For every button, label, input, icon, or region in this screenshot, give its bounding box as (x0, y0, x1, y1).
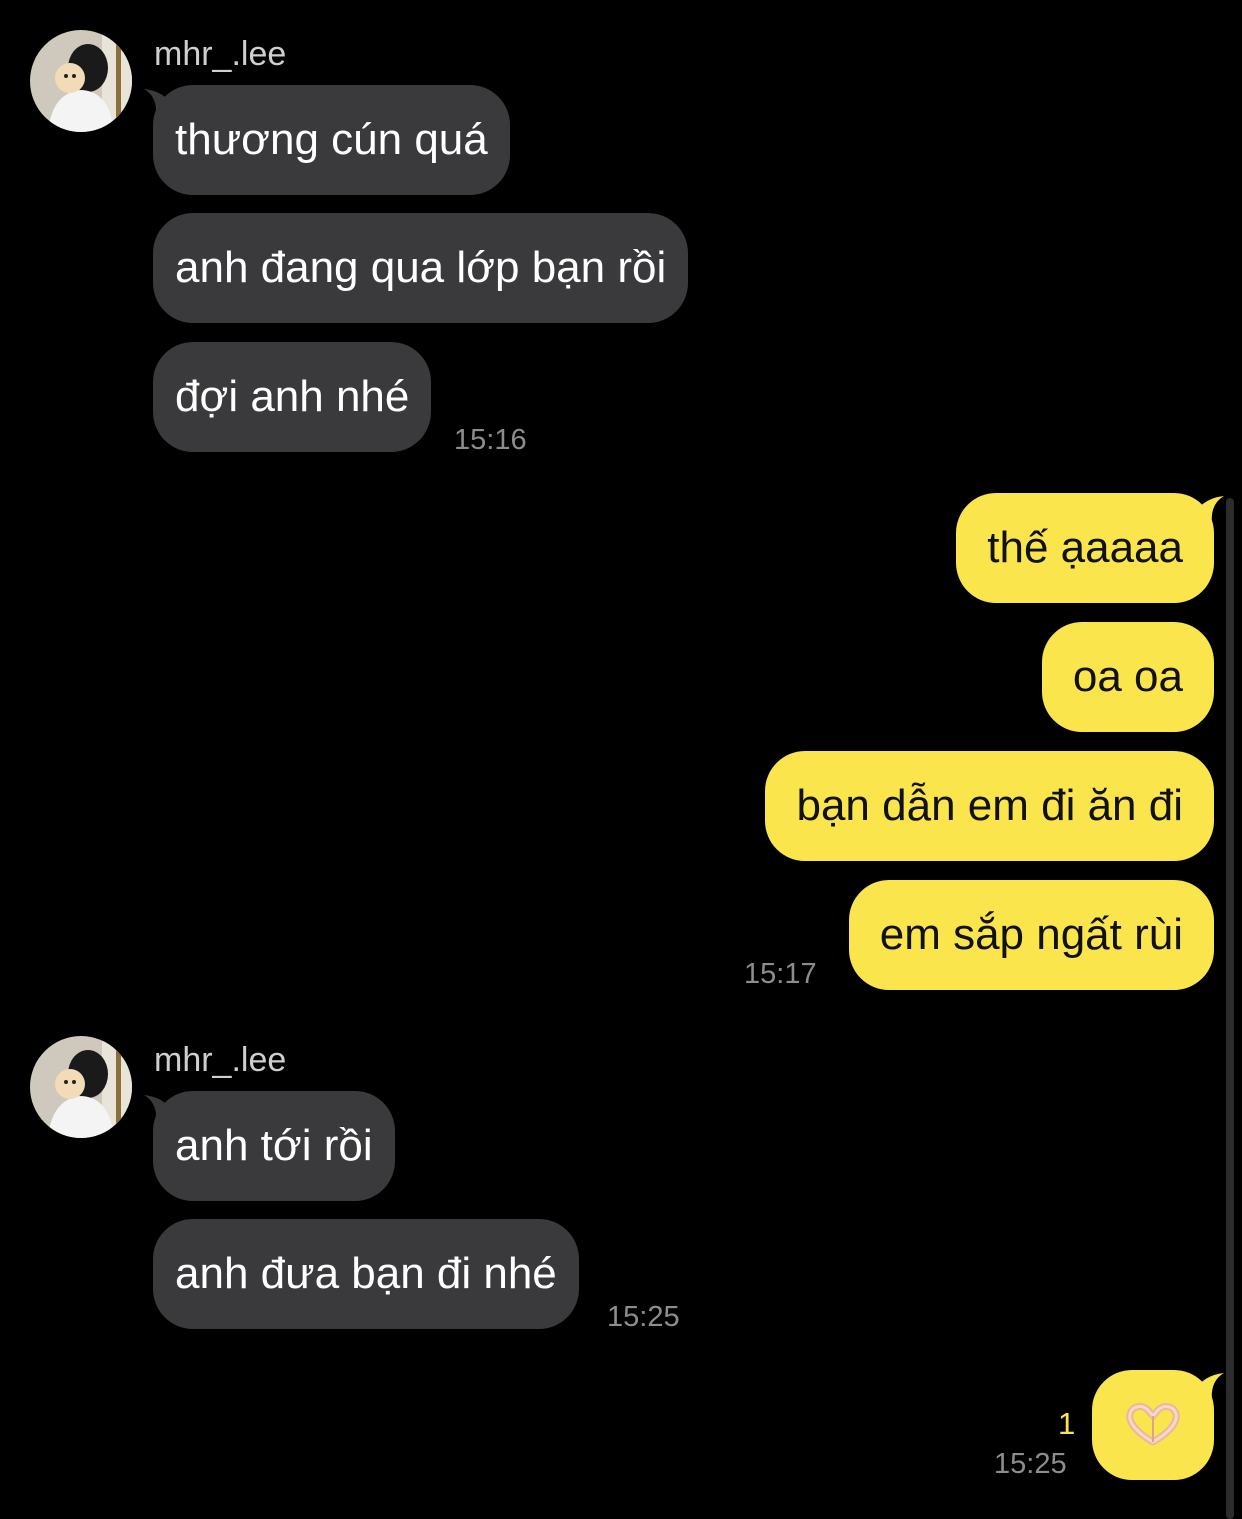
chat-scrollbar[interactable] (1226, 498, 1234, 1519)
avatar-photo (30, 30, 132, 132)
incoming-message[interactable]: anh tới rồi (153, 1091, 395, 1201)
outgoing-message[interactable]: oa oa (1041, 622, 1214, 732)
outgoing-message[interactable]: thế ạaaaa (956, 493, 1214, 603)
incoming-message[interactable]: thương cún quá (153, 85, 510, 195)
avatar[interactable] (30, 30, 132, 132)
outgoing-message[interactable]: bạn dẫn em đi ăn đi (765, 751, 1214, 861)
outgoing-message[interactable]: em sắp ngất rùi (848, 880, 1214, 990)
message-timestamp: 15:25 (994, 1448, 1067, 1480)
sender-name: mhr_.lee (154, 1041, 287, 1079)
message-timestamp: 15:25 (607, 1301, 680, 1333)
sender-name: mhr_.lee (154, 35, 287, 73)
unread-count: 1 (1058, 1406, 1076, 1441)
message-timestamp: 15:17 (744, 958, 817, 990)
message-timestamp: 15:16 (454, 424, 527, 456)
heart-hands-icon (1126, 1403, 1180, 1446)
incoming-message[interactable]: anh đang qua lớp bạn rồi (153, 213, 689, 323)
outgoing-emoji-message[interactable] (1092, 1370, 1214, 1480)
avatar[interactable] (30, 1036, 132, 1138)
avatar-photo (30, 1036, 132, 1138)
incoming-message[interactable]: đợi anh nhé (153, 342, 432, 452)
incoming-message[interactable]: anh đưa bạn đi nhé (153, 1219, 579, 1329)
